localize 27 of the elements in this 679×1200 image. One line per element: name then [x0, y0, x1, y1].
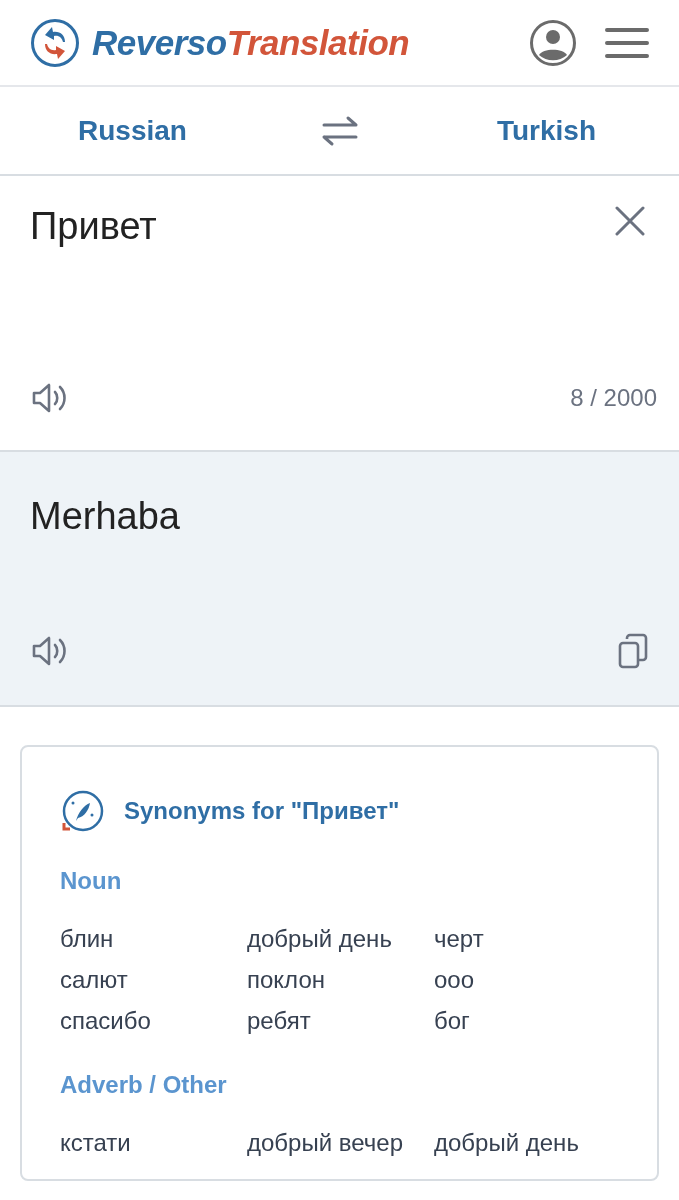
synonym-link[interactable]: добрый день — [247, 923, 434, 955]
source-text-field[interactable]: Привет — [30, 198, 615, 255]
part-of-speech-label: Adverb / Other — [60, 1070, 228, 1100]
copy-icon[interactable] — [617, 633, 649, 669]
account-icon[interactable] — [529, 18, 577, 67]
synonym-link[interactable]: блин — [60, 923, 247, 955]
logo-icon — [30, 17, 80, 68]
menu-icon[interactable] — [605, 26, 649, 59]
synonym-link[interactable]: добрый день — [434, 1127, 619, 1159]
synonym-link[interactable]: ребят — [247, 1005, 434, 1037]
part-of-speech-label: Noun — [60, 866, 123, 896]
feather-icon — [60, 789, 104, 833]
translation-text: Merhaba — [30, 494, 181, 539]
synonym-link[interactable]: поклон — [247, 964, 434, 996]
synonym-link[interactable]: спасибо — [60, 1005, 247, 1037]
target-language-button[interactable]: Turkish — [414, 109, 679, 152]
close-icon[interactable] — [615, 206, 645, 236]
synonym-link[interactable]: черт — [434, 923, 619, 955]
synonym-link[interactable]: салют — [60, 964, 247, 996]
logo-text: ReversoTranslation — [92, 25, 410, 60]
synonym-link[interactable]: ооо — [434, 964, 619, 996]
synonym-link[interactable]: бог — [434, 1005, 619, 1037]
synonym-link[interactable]: добрый вечер — [247, 1127, 434, 1159]
synonym-link[interactable]: кстати — [60, 1127, 247, 1159]
source-language-button[interactable]: Russian — [0, 109, 265, 152]
character-counter: 8 / 2000 — [570, 383, 657, 413]
synonyms-title: Synonyms for "Привет" — [124, 796, 400, 826]
